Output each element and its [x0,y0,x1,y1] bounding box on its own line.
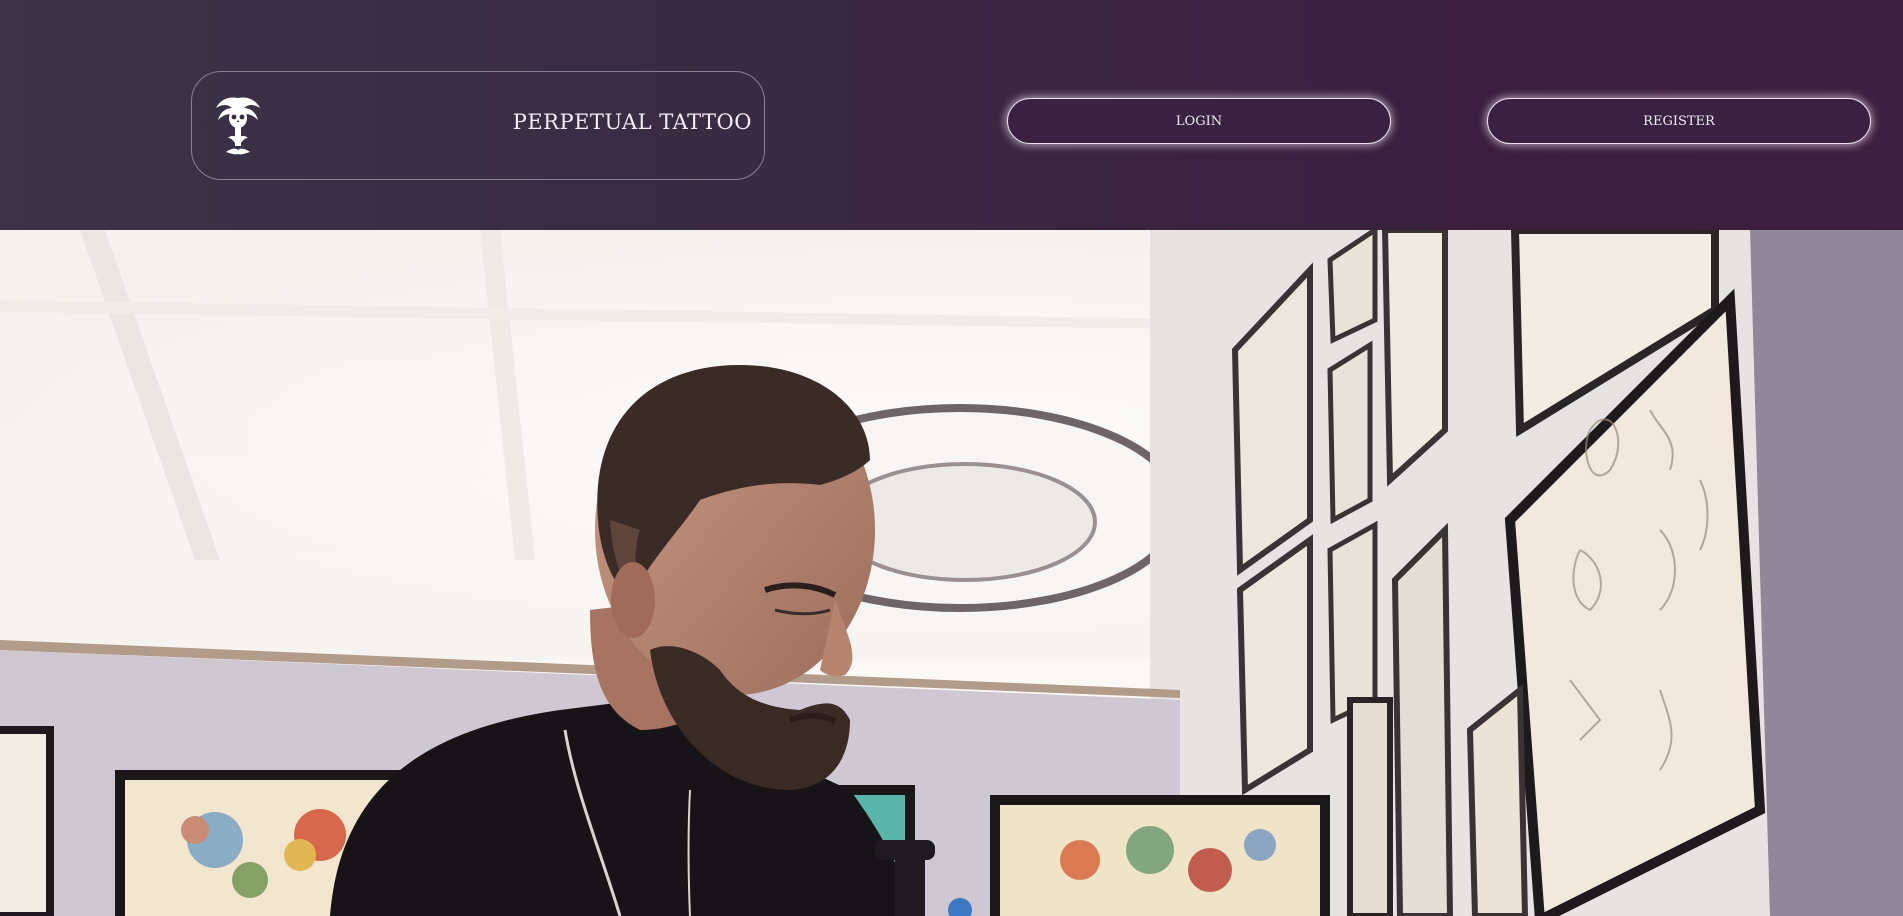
hero-image [0,230,1903,916]
brand-home-link[interactable]: PERPETUAL TATTOO [191,71,765,180]
register-button[interactable]: REGISTER [1487,98,1871,144]
tattoo-artist-photo [0,230,1903,916]
brand-name: PERPETUAL TATTOO [512,110,752,134]
login-button[interactable]: LOGIN [1007,98,1391,144]
site-header: PERPETUAL TATTOO LOGIN REGISTER [0,0,1903,230]
palm-skull-logo-icon [214,94,262,158]
